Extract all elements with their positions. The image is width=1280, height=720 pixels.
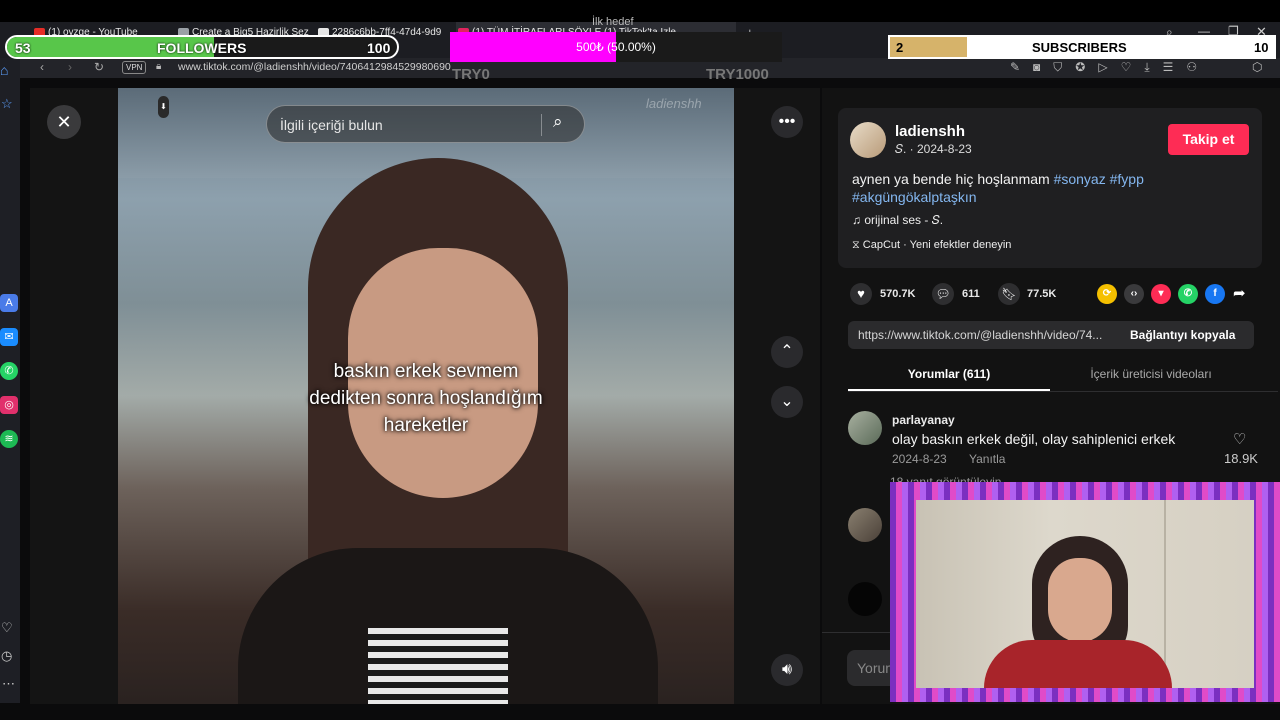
extension-icons[interactable]: ✎◙⛉✪▷♡⤓☰⚇ bbox=[1010, 60, 1210, 75]
followers-label: FOLLOWERS bbox=[157, 40, 247, 56]
comment-date: 2024-8-23 bbox=[892, 452, 947, 466]
share-more-icon[interactable]: ➦ bbox=[1233, 284, 1246, 302]
repost-icon[interactable]: ⟳ bbox=[1097, 284, 1117, 304]
comment-like-icon[interactable]: ♡ bbox=[1233, 430, 1246, 448]
embed-icon[interactable]: ‹› bbox=[1124, 284, 1144, 304]
commenter-avatar[interactable] bbox=[848, 582, 882, 616]
followers-goal: 100 bbox=[367, 40, 391, 56]
like-icon[interactable]: ♥ bbox=[850, 283, 872, 305]
previous-video-button[interactable]: ⌃ bbox=[771, 336, 803, 368]
hashtag-link[interactable]: #fypp bbox=[1110, 171, 1144, 187]
goal-title: İlk hedef bbox=[592, 16, 634, 28]
app-icon[interactable]: A bbox=[0, 294, 18, 312]
goal-text: 500₺ (50.00%) bbox=[576, 40, 656, 54]
tab-divider bbox=[848, 391, 1278, 392]
donation-goal-bar: 500₺ (50.00%) bbox=[450, 32, 782, 62]
more-icon[interactable]: ⋯ bbox=[2, 676, 15, 692]
whatsapp-share-icon[interactable]: ✆ bbox=[1178, 284, 1198, 304]
star-icon[interactable]: ☆ bbox=[1, 96, 13, 112]
link-copy-box: https://www.tiktok.com/@ladienshh/video/… bbox=[848, 321, 1254, 349]
next-video-button[interactable]: ⌄ bbox=[771, 386, 803, 418]
spotify-icon[interactable]: ≋ bbox=[0, 430, 18, 448]
comment-like-count: 18.9K bbox=[1224, 451, 1258, 466]
mute-indicator-icon: ⬇ bbox=[158, 96, 169, 118]
comment-count: 611 bbox=[962, 288, 980, 300]
heart-icon[interactable]: ♡ bbox=[1, 620, 13, 636]
music-note-icon: ♫ bbox=[852, 213, 865, 227]
video-player[interactable]: ⬇ ladienshh İlgili içeriği bulun ⌕ baskı… bbox=[118, 88, 734, 704]
reload-icon[interactable]: ↻ bbox=[94, 60, 104, 74]
save-count: 77.5K bbox=[1027, 288, 1057, 300]
commenter-avatar[interactable] bbox=[848, 508, 882, 542]
subscribers-label: SUBSCRIBERS bbox=[1032, 40, 1127, 55]
url-text[interactable]: www.tiktok.com/@ladienshh/video/74064129… bbox=[178, 61, 451, 73]
author-username[interactable]: ladienshh bbox=[895, 123, 965, 140]
capcut-row[interactable]: ⧖ CapCut · Yeni efektler deneyin bbox=[852, 239, 1011, 252]
follow-button[interactable]: Takip et bbox=[1168, 124, 1249, 155]
video-caption: baskın erkek sevmem dedikten sonra hoşla… bbox=[309, 361, 543, 436]
top-strip bbox=[0, 0, 1280, 22]
capcut-icon: ⧖ bbox=[852, 239, 863, 251]
watermark: ladienshh bbox=[646, 96, 702, 111]
followers-current: 53 bbox=[15, 40, 31, 56]
facebook-share-icon[interactable]: f bbox=[1205, 284, 1225, 304]
tab-comments[interactable]: Yorumlar (611) bbox=[848, 367, 1050, 381]
video-link-text[interactable]: https://www.tiktok.com/@ladienshh/video/… bbox=[858, 328, 1102, 342]
sidebar-rail bbox=[0, 58, 20, 703]
subscribers-current: 2 bbox=[896, 40, 904, 55]
post-card: ladienshh 𝑆. · 2024-8-23 Takip et aynen … bbox=[838, 108, 1262, 268]
related-search-box[interactable]: İlgili içeriği bulun ⌕ bbox=[266, 105, 585, 143]
instagram-icon[interactable]: ◎ bbox=[0, 396, 18, 414]
comment-username[interactable]: parlayanay bbox=[892, 413, 955, 427]
person-face bbox=[1048, 558, 1112, 642]
followers-goal-bar: 53 FOLLOWERS 100 bbox=[5, 35, 399, 59]
more-options-button[interactable]: ••• bbox=[771, 106, 803, 138]
forward-icon[interactable]: › bbox=[68, 60, 72, 74]
home-icon[interactable]: ⌂ bbox=[0, 62, 8, 78]
bookmark-icon[interactable]: 🔖︎ bbox=[998, 283, 1020, 305]
comment-icon[interactable]: 💬︎ bbox=[932, 283, 954, 305]
search-divider bbox=[541, 114, 542, 136]
lock-icon: 🔒︎ bbox=[156, 61, 162, 72]
tab-creator-videos[interactable]: İçerik üreticisi videoları bbox=[1050, 367, 1252, 381]
author-subline: 𝑆. · 2024-8-23 bbox=[895, 142, 972, 156]
reply-button[interactable]: Yanıtla bbox=[969, 452, 1005, 466]
search-icon[interactable]: ⌕ bbox=[553, 112, 563, 132]
comment-text: olay baskın erkek değil, olay sahiplenic… bbox=[892, 431, 1176, 447]
history-icon[interactable]: ◷ bbox=[1, 648, 12, 664]
related-search-input[interactable]: İlgili içeriği bulun bbox=[280, 117, 383, 133]
vpn-badge[interactable]: VPN bbox=[122, 61, 147, 74]
door-edge bbox=[1164, 500, 1166, 688]
person-hoodie bbox=[984, 640, 1172, 688]
volume-button[interactable]: 🔊︎ bbox=[771, 654, 803, 686]
hashtag-link[interactable]: #akgüngökalptaşkın bbox=[852, 189, 977, 205]
subscribers-goal: 10 bbox=[1254, 40, 1269, 55]
subscribers-goal-bar: 2 SUBSCRIBERS 10 bbox=[888, 35, 1276, 59]
post-description: aynen ya bende hiç hoşlanmam #sonyaz #fy… bbox=[852, 171, 1144, 205]
hashtag-link[interactable]: #sonyaz bbox=[1054, 171, 1106, 187]
like-count: 570.7K bbox=[880, 288, 916, 300]
sound-row[interactable]: ♫ orijinal ses - 𝑆. bbox=[852, 213, 943, 228]
close-video-button[interactable]: ✕ bbox=[47, 105, 81, 139]
goal-min-label: TRY0 bbox=[452, 66, 490, 83]
back-icon[interactable]: ‹ bbox=[40, 60, 44, 74]
striped-shirt-shape bbox=[368, 628, 508, 704]
whatsapp-icon[interactable]: ✆ bbox=[0, 362, 18, 380]
webcam-feed bbox=[916, 500, 1254, 688]
avatar[interactable] bbox=[850, 122, 886, 158]
goal-max-label: TRY1000 bbox=[706, 66, 769, 83]
commenter-avatar[interactable] bbox=[848, 411, 882, 445]
wallet-icon[interactable]: ⬡ bbox=[1252, 60, 1262, 74]
messenger-icon[interactable]: ✉ bbox=[0, 328, 18, 346]
send-icon[interactable]: ▾ bbox=[1151, 284, 1171, 304]
copy-link-button[interactable]: Bağlantıyı kopyala bbox=[1130, 328, 1235, 342]
